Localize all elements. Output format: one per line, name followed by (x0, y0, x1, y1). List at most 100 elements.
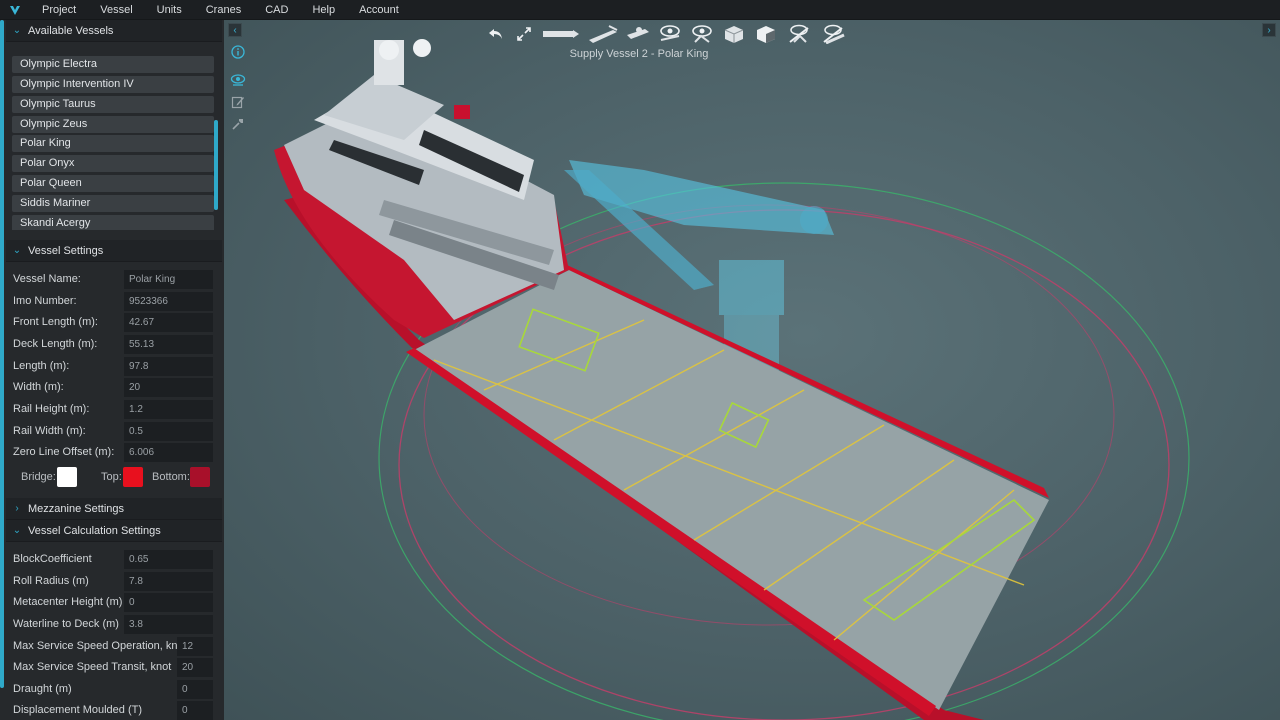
app-logo-icon[interactable] (0, 0, 30, 20)
hide-ruler-icon[interactable] (818, 23, 848, 45)
vessel-list[interactable]: Olympic Electra Olympic Intervention IV … (12, 48, 214, 230)
bottom-color-label: Bottom: (152, 471, 190, 483)
list-item[interactable]: Polar Queen (12, 175, 214, 193)
field-label: Metacenter Height (m) (13, 596, 123, 608)
available-vessels-header[interactable]: ⌄ Available Vessels (6, 20, 222, 42)
expand-right-panel-button[interactable]: › (1262, 23, 1276, 37)
bridge-color-label: Bridge: (21, 471, 56, 483)
list-item[interactable]: Skandi Acergy (12, 214, 214, 230)
field-label: Displacement Moulded (T) (13, 704, 142, 716)
front-length-input[interactable]: 42.67 (124, 312, 213, 332)
left-panel: ⌄ Available Vessels Olympic Electra Olym… (0, 20, 224, 720)
undo-icon[interactable] (484, 23, 508, 45)
rail-width-input[interactable]: 0.5 (124, 421, 213, 441)
edit-icon[interactable] (228, 92, 248, 112)
list-item[interactable]: Siddis Mariner (12, 194, 214, 212)
section-title: Vessel Calculation Settings (28, 524, 161, 537)
list-item[interactable]: Olympic Zeus (12, 115, 214, 133)
vessel-settings-header[interactable]: ⌄ Vessel Settings (6, 240, 222, 262)
collapse-left-panel-button[interactable]: ‹ (228, 23, 242, 37)
list-item[interactable]: Polar Onyx (12, 155, 214, 173)
menu-units[interactable]: Units (145, 0, 194, 20)
list-item[interactable]: Polar King (12, 135, 214, 153)
vessel-list-scrollbar[interactable] (214, 120, 218, 210)
menu-vessel[interactable]: Vessel (88, 0, 144, 20)
3d-viewport[interactable]: Supply Vessel 2 - Polar King ‹ › (224, 20, 1280, 720)
field-label: Draught (m) (13, 683, 72, 695)
hide-crane-icon[interactable] (784, 23, 814, 45)
field-rail-height: Rail Height (m): 1.2 (13, 399, 215, 419)
visibility-icon[interactable] (228, 70, 248, 90)
mezzanine-settings-header[interactable]: › Mezzanine Settings (6, 498, 222, 520)
field-label: Deck Length (m): (13, 338, 98, 350)
field-label: Rail Width (m): (13, 425, 86, 437)
list-item[interactable]: Olympic Intervention IV (12, 75, 214, 93)
field-label: Width (m): (13, 381, 64, 393)
chevron-right-icon: › (15, 503, 19, 514)
field-width: Width (m): 20 (13, 377, 215, 397)
field-max-speed-transit: Max Service Speed Transit, knot 20 (13, 657, 215, 677)
top-color-swatch[interactable] (123, 467, 143, 487)
superstructure (284, 39, 564, 320)
field-deck-length: Deck Length (m): 55.13 (13, 334, 215, 354)
box-half-icon[interactable] (752, 23, 780, 45)
tools-icon[interactable] (228, 114, 248, 134)
eye-deck-icon[interactable] (656, 23, 684, 45)
chevron-down-icon: ⌄ (12, 245, 22, 256)
field-front-length: Front Length (m): 42.67 (13, 312, 215, 332)
menu-help[interactable]: Help (300, 0, 347, 20)
section-title: Vessel Settings (28, 244, 104, 257)
list-item[interactable]: Olympic Electra (12, 56, 214, 73)
bottom-color-swatch[interactable] (190, 467, 210, 487)
menu-cranes[interactable]: Cranes (194, 0, 253, 20)
deck-view-icon[interactable] (624, 23, 652, 45)
field-label: Length (m): (13, 360, 70, 372)
menu-cad[interactable]: CAD (253, 0, 300, 20)
panel-scrollbar[interactable] (0, 20, 4, 688)
ruler-icon[interactable] (540, 23, 582, 45)
chevron-right-icon: › (1267, 24, 1271, 36)
field-label: Imo Number: (13, 295, 77, 307)
displacement-moulded-input[interactable]: 0 (177, 700, 213, 720)
field-length: Length (m): 97.8 (13, 356, 215, 376)
section-title: Available Vessels (28, 24, 114, 37)
bridge-color-swatch[interactable] (57, 467, 77, 487)
side-toolbar (228, 42, 248, 136)
max-speed-transit-input[interactable]: 20 (177, 657, 213, 677)
imo-number-input[interactable]: 9523366 (124, 291, 213, 311)
vessel-calculation-settings-header[interactable]: ⌄ Vessel Calculation Settings (6, 520, 222, 542)
field-label: Vessel Name: (13, 273, 81, 285)
menu-account[interactable]: Account (347, 0, 411, 20)
measure-icon[interactable] (586, 23, 620, 45)
box-view-icon[interactable] (720, 23, 748, 45)
list-item[interactable]: Olympic Taurus (12, 95, 214, 113)
field-block-coefficient: BlockCoefficient 0.65 (13, 549, 215, 569)
metacenter-height-input[interactable]: 0 (124, 592, 213, 612)
vessel-3d-scene[interactable] (224, 20, 1280, 720)
field-rail-width: Rail Width (m): 0.5 (13, 421, 215, 441)
field-imo-number: Imo Number: 9523366 (13, 291, 215, 311)
block-coefficient-input[interactable]: 0.65 (124, 549, 213, 569)
waterline-to-deck-input[interactable]: 3.8 (124, 614, 213, 634)
info-icon[interactable] (228, 42, 248, 62)
field-waterline-to-deck: Waterline to Deck (m) 3.8 (13, 614, 215, 634)
zero-line-offset-input[interactable]: 6.006 (124, 442, 213, 462)
field-roll-radius: Roll Radius (m) 7.8 (13, 571, 215, 591)
field-label: Max Service Speed Operation, knot (13, 640, 187, 652)
color-settings: Bridge: Top: Bottom: (0, 466, 222, 490)
view-title: Supply Vessel 2 - Polar King (569, 48, 709, 60)
vessel-name-input[interactable]: Polar King (124, 269, 213, 289)
rail-height-input[interactable]: 1.2 (124, 399, 213, 419)
width-input[interactable]: 20 (124, 377, 213, 397)
chevron-down-icon: ⌄ (12, 25, 22, 36)
draught-input[interactable]: 0 (177, 679, 213, 699)
chevron-down-icon: ⌄ (12, 525, 22, 536)
field-label: Max Service Speed Transit, knot (13, 661, 172, 673)
menu-project[interactable]: Project (30, 0, 88, 20)
length-input[interactable]: 97.8 (124, 356, 213, 376)
deck-length-input[interactable]: 55.13 (124, 334, 213, 354)
roll-radius-input[interactable]: 7.8 (124, 571, 213, 591)
expand-icon[interactable] (512, 23, 536, 45)
eye-crane-icon[interactable] (688, 23, 716, 45)
max-speed-operation-input[interactable]: 12 (177, 636, 213, 656)
